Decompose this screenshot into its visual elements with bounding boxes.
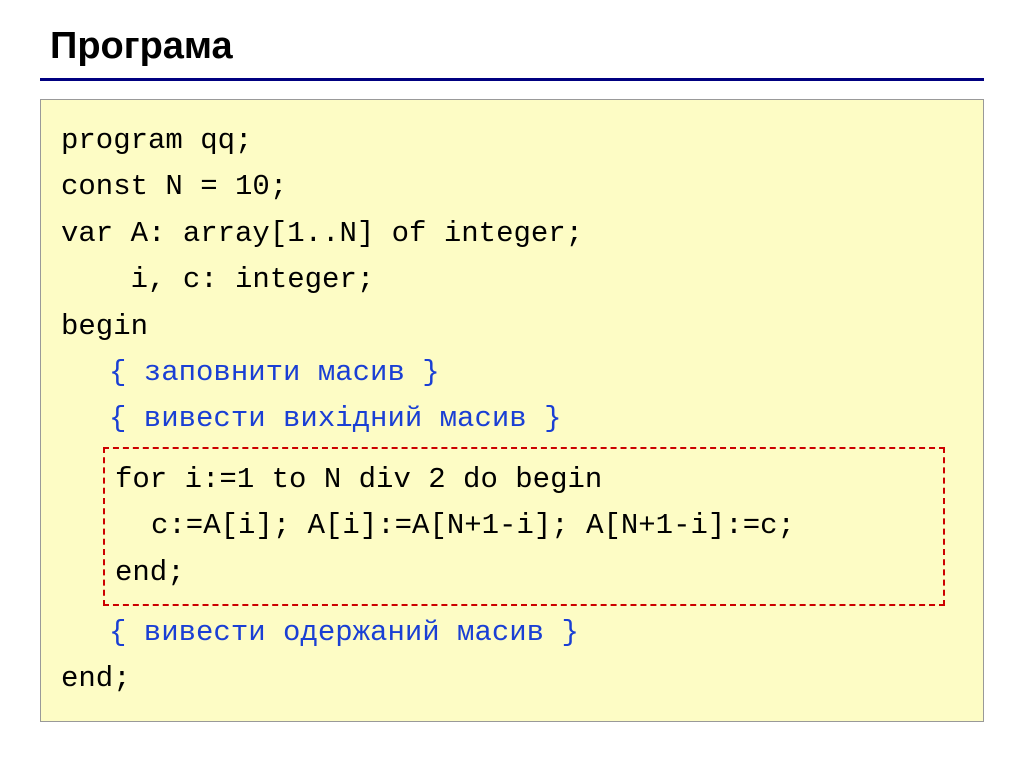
code-line: var A: array[1..N] of integer;: [61, 211, 963, 257]
title-divider: [40, 78, 984, 81]
code-block: program qq; const N = 10; var A: array[1…: [40, 99, 984, 722]
code-line: end;: [61, 656, 963, 702]
code-comment: { вивести вихідний масив }: [61, 396, 963, 442]
code-line: const N = 10;: [61, 164, 963, 210]
code-line: c:=A[i]; A[i]:=A[N+1-i]; A[N+1-i]:=c;: [115, 503, 933, 549]
code-line: i, c: integer;: [61, 257, 963, 303]
code-comment: { заповнити масив }: [61, 350, 963, 396]
code-comment: { вивести одержаний масив }: [61, 610, 963, 656]
code-line: for i:=1 to N div 2 do begin: [115, 457, 933, 503]
highlight-box: for i:=1 to N div 2 do begin c:=A[i]; A[…: [103, 447, 945, 606]
code-line: begin: [61, 304, 963, 350]
code-line: end;: [115, 550, 933, 596]
code-line: program qq;: [61, 118, 963, 164]
slide-title: Програма: [40, 25, 984, 68]
